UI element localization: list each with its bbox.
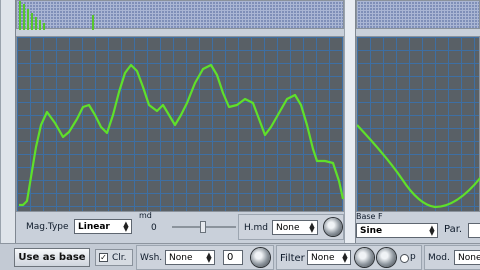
waveshaping-group: Wsh. None ▲ ▼ 0 xyxy=(136,245,274,270)
wsh-value: None xyxy=(169,252,193,263)
use-as-base-label: Use as base xyxy=(18,252,86,263)
spectrum-bar xyxy=(23,4,25,30)
spectrum-bar xyxy=(27,9,29,30)
waveform-curve xyxy=(19,63,345,207)
base-f-label: Base F xyxy=(356,212,383,221)
clr-label: Clr. xyxy=(112,253,127,263)
left-edge-separator xyxy=(0,0,16,243)
mag-type-value: Linear xyxy=(78,221,110,232)
spectrum-levels xyxy=(19,1,94,30)
dropdown-arrow-icon: ▲ ▼ xyxy=(206,250,212,264)
spectrum-bar xyxy=(43,23,45,30)
mod-value: 0 xyxy=(151,223,157,233)
dropdown-arrow-icon: ▲ ▼ xyxy=(342,250,348,264)
par-label: Par. xyxy=(444,224,463,235)
filter-select[interactable]: None ▲ ▼ xyxy=(307,250,351,265)
modulation-group: Mod. None xyxy=(424,245,480,270)
radio-icon[interactable] xyxy=(400,254,409,263)
spectrum-bar xyxy=(92,15,94,30)
base-f-value: Sine xyxy=(360,225,383,236)
filter-label: Filter xyxy=(280,253,305,264)
mod-label: md xyxy=(139,211,152,220)
h-mod-knob-icon[interactable] xyxy=(324,218,342,236)
wsh-amount-value: 0 xyxy=(227,252,234,263)
bottom-toolbar: Use as base ✓ Clr. Wsh. None ▲ ▼ 0 Filter… xyxy=(0,243,480,270)
h-mod-select[interactable]: None ▲ ▼ xyxy=(272,220,318,235)
base-function-curve xyxy=(357,124,480,209)
mod-select[interactable]: None xyxy=(454,250,480,265)
use-as-base-button[interactable]: Use as base xyxy=(14,248,90,267)
waveform-line xyxy=(19,63,345,207)
dropdown-arrow-icon: ▲ ▼ xyxy=(429,223,435,237)
filter-group: Filter None ▲ ▼ p xyxy=(276,245,422,270)
spectrum-bar xyxy=(39,20,41,30)
wsh-select[interactable]: None ▲ ▼ xyxy=(165,250,215,265)
oscillator-waveform-graph[interactable] xyxy=(16,36,345,212)
left-controls-row: Mag.Type Linear ▲ ▼ md 0 H.md None ▲ ▼ xyxy=(16,211,344,242)
h-mod-label: H.md xyxy=(244,223,268,233)
filter-knob-2-icon[interactable] xyxy=(377,248,396,267)
clr-checkbox[interactable]: ✓ Clr. xyxy=(95,249,133,266)
dropdown-arrow-icon: ▲ ▼ xyxy=(309,220,315,234)
right-controls-row: Base F Sine ▲ ▼ Par. xyxy=(356,212,480,242)
mod-slider-thumb[interactable] xyxy=(200,221,206,233)
mod-bottom-label: Mod. xyxy=(428,253,450,263)
h-mod-value: None xyxy=(276,222,300,233)
wsh-knob-icon[interactable] xyxy=(251,248,270,267)
spectrum-bar xyxy=(35,17,37,30)
filter-value: None xyxy=(311,252,335,263)
mag-type-label: Mag.Type xyxy=(26,222,69,232)
base-spectrum-bars[interactable] xyxy=(356,0,480,29)
harmonic-spectrum-bars[interactable] xyxy=(16,0,344,30)
filter-knob-1-icon[interactable] xyxy=(355,248,374,267)
spectrum-bar xyxy=(31,13,33,30)
wsh-label: Wsh. xyxy=(140,253,163,263)
p-label: p xyxy=(410,252,416,262)
mag-type-select[interactable]: Linear ▲ ▼ xyxy=(74,219,132,234)
base-f-select[interactable]: Sine ▲ ▼ xyxy=(356,223,438,238)
base-function-line xyxy=(357,124,480,209)
checkbox-icon[interactable]: ✓ xyxy=(99,253,108,262)
wsh-amount-field[interactable]: 0 xyxy=(223,250,243,265)
mod-select-value: None xyxy=(458,252,480,263)
dropdown-arrow-icon: ▲ ▼ xyxy=(123,219,129,233)
spectrum-bar xyxy=(19,1,21,30)
panel-separator xyxy=(344,0,356,243)
par-field[interactable] xyxy=(468,223,480,238)
base-function-graph[interactable] xyxy=(356,36,480,212)
h-mod-group: H.md None ▲ ▼ xyxy=(238,214,344,240)
